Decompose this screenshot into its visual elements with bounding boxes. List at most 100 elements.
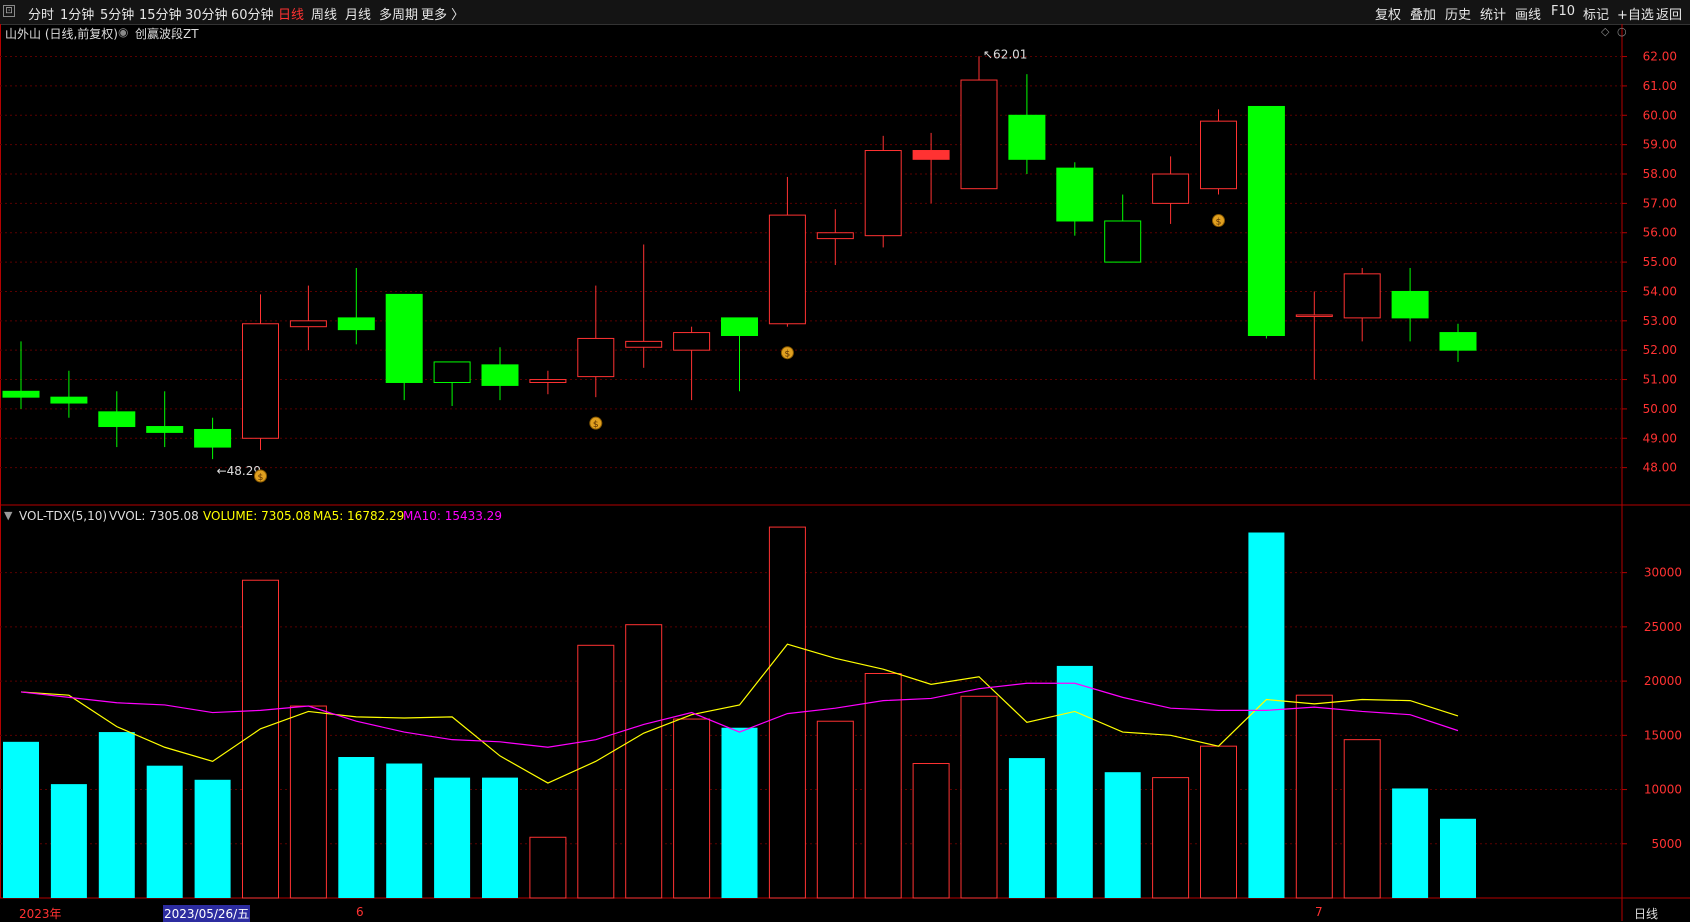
candle	[1200, 109, 1237, 195]
candle	[385, 293, 423, 401]
candle-body	[768, 214, 806, 325]
crosshair-date: 2023/05/26/五	[163, 905, 251, 922]
money-bag-icon-glyph: $	[593, 420, 599, 430]
candle	[1343, 267, 1381, 342]
candle	[864, 135, 902, 248]
volume-tick-label: 10000	[1644, 783, 1682, 797]
price-tick-label: 51.00	[1643, 373, 1677, 387]
candle	[912, 132, 950, 204]
month-7-label: 7	[1315, 905, 1323, 919]
candle-body	[816, 232, 854, 240]
diamond-icon[interactable]: ◇	[1601, 25, 1609, 38]
volume-bar	[1440, 818, 1476, 898]
price-tick-label: 53.00	[1643, 314, 1677, 328]
vvol-value: VVOL: 7305.08	[109, 509, 199, 523]
candle-body	[1391, 290, 1429, 319]
candle	[673, 326, 711, 401]
candle-body	[1439, 332, 1477, 351]
price-tick-label: 50.00	[1643, 402, 1677, 416]
volume-bar	[960, 695, 998, 899]
candle-body	[577, 337, 615, 378]
price-tick-label: 57.00	[1643, 196, 1677, 210]
candle-body	[912, 150, 950, 160]
candle	[1104, 194, 1142, 263]
candle	[242, 294, 279, 451]
volume-bar	[912, 763, 950, 899]
volume-bar	[1295, 694, 1333, 899]
candle	[960, 56, 998, 190]
price-tick-label: 62.00	[1643, 50, 1677, 64]
candle-body	[1247, 105, 1285, 337]
kline-chart[interactable]: 48.00 49.00 50.00 51.00 52.00 53.00 54.00 55.00…	[0, 0, 1690, 921]
candle	[146, 391, 184, 448]
candle-body	[529, 379, 567, 383]
price-tick-label: 61.00	[1643, 79, 1677, 93]
volume-bar	[577, 644, 615, 899]
volume-bar	[1104, 772, 1141, 898]
candle-body	[2, 390, 40, 398]
candle-body	[960, 79, 998, 190]
collapse-icon[interactable]: ▼	[4, 509, 12, 522]
volume-bar	[194, 779, 231, 898]
volume-bar	[673, 718, 711, 899]
volume-indicator-name[interactable]: VOL-TDX(5,10)	[19, 509, 107, 523]
candle-body	[50, 396, 88, 404]
candle-body	[1152, 173, 1190, 204]
candle	[98, 391, 136, 448]
candle	[433, 361, 471, 406]
volume-bar	[434, 777, 471, 898]
volume-tick-label: 20000	[1644, 674, 1682, 688]
price-tick-label: 49.00	[1643, 431, 1677, 445]
volume-bar	[1008, 758, 1045, 898]
candle	[2, 341, 40, 409]
volume-bar	[289, 705, 327, 899]
candle	[337, 267, 375, 345]
period-label[interactable]: 日线	[1634, 905, 1658, 922]
candle	[1391, 267, 1429, 342]
candle	[768, 176, 806, 327]
candle	[289, 285, 327, 351]
stock-title: 山外山 (日线,前复权)	[5, 27, 118, 41]
price-tick-label: 58.00	[1643, 167, 1677, 181]
money-bag-icon-glyph: $	[785, 350, 791, 360]
volume-bar	[721, 727, 758, 898]
candle-body	[481, 364, 519, 386]
month-6-label: 6	[356, 905, 364, 919]
volume-bar	[50, 784, 87, 898]
volume-bar	[1248, 532, 1285, 898]
gear-icon[interactable]: ◉	[118, 25, 128, 39]
candle-body	[1008, 114, 1046, 160]
candle-body	[1200, 120, 1237, 190]
candle	[481, 347, 519, 401]
volume-bar	[1343, 739, 1381, 899]
candle-body	[1343, 273, 1381, 319]
candle-body	[289, 320, 327, 328]
price-tick-label: 48.00	[1643, 461, 1677, 475]
candle	[721, 317, 758, 392]
candle-body	[1104, 220, 1142, 263]
candle	[529, 370, 567, 395]
candle-body	[1056, 167, 1094, 222]
volume-tick-label: 15000	[1644, 728, 1682, 742]
volume-bar	[482, 777, 518, 898]
candle	[50, 370, 88, 418]
volume-tick-label: 30000	[1644, 566, 1682, 580]
candle	[577, 285, 615, 398]
candle-body	[721, 317, 758, 337]
volume-bar	[529, 836, 567, 899]
volume-bar	[625, 624, 663, 899]
volume-bar	[864, 672, 902, 899]
volume-bar	[1392, 788, 1429, 898]
volume-bar	[386, 763, 423, 898]
circle-icon[interactable]: ○	[1617, 25, 1627, 38]
candle-body	[625, 340, 663, 348]
price-tick-label: 52.00	[1643, 343, 1677, 357]
money-bag-icon-glyph: $	[1216, 218, 1222, 228]
candle	[1295, 291, 1333, 380]
candle	[1247, 105, 1285, 339]
indicator-name[interactable]: 创赢波段ZT	[135, 25, 199, 42]
volume-bar	[3, 741, 39, 898]
volume-bar	[1056, 665, 1093, 898]
candle	[1439, 323, 1477, 362]
ma10-value: MA10: 15433.29	[403, 509, 502, 523]
